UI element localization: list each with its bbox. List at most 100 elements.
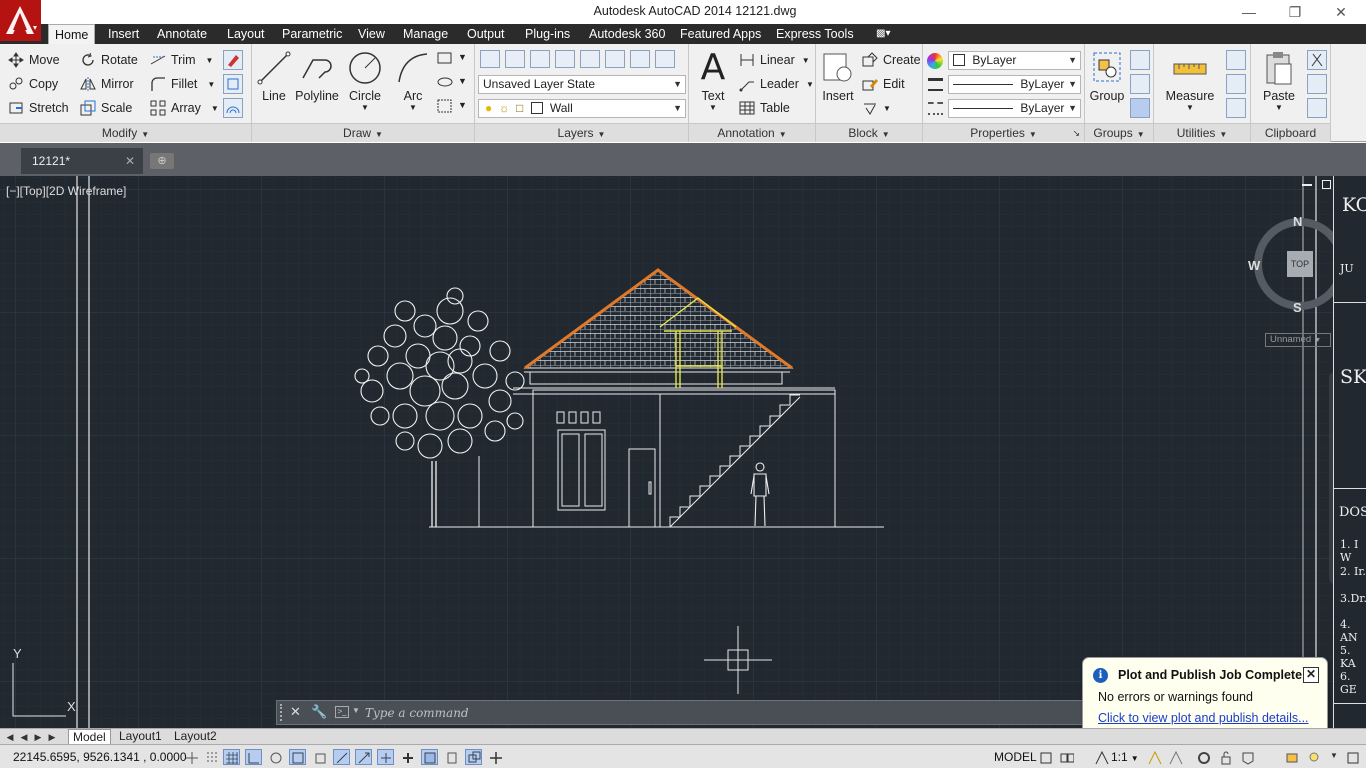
restore-button[interactable]: ❐: [1272, 0, 1318, 24]
text-dropdown-icon[interactable]: ▼: [695, 103, 731, 112]
auto-scale-icon[interactable]: [1167, 749, 1184, 765]
compass-south[interactable]: S: [1293, 300, 1302, 315]
layers-panel-title[interactable]: Layers ▼: [475, 123, 688, 142]
tab-insert[interactable]: Insert: [102, 24, 145, 44]
quick-select-icon[interactable]: [1226, 50, 1246, 70]
snap-mode-icon[interactable]: [203, 749, 220, 765]
close-tab-icon[interactable]: ✕: [125, 148, 135, 174]
tab-manage[interactable]: Manage: [397, 24, 454, 44]
tab-output[interactable]: Output: [461, 24, 511, 44]
calculator-icon[interactable]: [1226, 98, 1246, 118]
edit-attributes-button[interactable]: ▼: [862, 97, 891, 119]
group-selection-icon[interactable]: [1130, 98, 1150, 118]
close-button[interactable]: ✕: [1318, 0, 1364, 24]
quick-view-layouts-icon[interactable]: [1037, 749, 1054, 765]
minimize-button[interactable]: —: [1226, 0, 1272, 24]
quick-properties-icon[interactable]: [443, 749, 460, 765]
tab-autodesk-360[interactable]: Autodesk 360: [583, 24, 671, 44]
layer-state-dropdown[interactable]: Unsaved Layer State ▼: [478, 75, 686, 94]
tab-home[interactable]: Home: [48, 24, 96, 45]
ribbon-minimize-icon[interactable]: ▩▾: [876, 28, 898, 40]
new-tab-button[interactable]: ⊕: [150, 153, 174, 169]
copy-clip-icon[interactable]: [1307, 74, 1327, 94]
selection-cycling-icon[interactable]: [465, 749, 482, 765]
tab-layout[interactable]: Layout: [221, 24, 271, 44]
layer-match-icon[interactable]: [505, 50, 525, 68]
viewcube-top-face[interactable]: TOP: [1287, 251, 1313, 277]
draw-panel-title[interactable]: Draw ▼: [252, 123, 474, 142]
workspace-switching-icon[interactable]: [1195, 749, 1212, 765]
tab-layout1[interactable]: Layout1: [115, 729, 166, 745]
move-button[interactable]: Move: [8, 49, 60, 71]
coordinate-display[interactable]: 22145.6595, 9526.1341 , 0.0000: [13, 750, 187, 764]
properties-panel-title[interactable]: Properties ▼ ↘: [923, 123, 1084, 142]
copy-button[interactable]: Copy: [8, 73, 58, 95]
layer-properties-icon[interactable]: [480, 50, 500, 68]
trim-button[interactable]: Trim ▼: [150, 49, 213, 71]
match-properties-icon[interactable]: [927, 53, 943, 69]
viewport-restore-icon[interactable]: [1322, 180, 1331, 189]
file-tab-12121[interactable]: 12121* ✕: [21, 148, 143, 174]
cut-icon[interactable]: [1307, 50, 1327, 70]
ortho-mode-icon[interactable]: [245, 749, 262, 765]
tab-express-tools[interactable]: Express Tools: [770, 24, 860, 44]
clipboard-panel-title[interactable]: Clipboard: [1251, 123, 1330, 142]
dynamic-input-icon[interactable]: [377, 749, 394, 765]
annotation-panel-title[interactable]: Annotation ▼: [689, 123, 815, 142]
scale-button[interactable]: Scale: [80, 97, 132, 119]
offset-icon[interactable]: [223, 98, 243, 118]
groups-panel-title[interactable]: Groups ▼: [1085, 123, 1153, 142]
ucs-menu[interactable]: Unnamed ▼: [1265, 333, 1331, 347]
utilities-panel-title[interactable]: Utilities ▼: [1154, 123, 1250, 142]
arc-button[interactable]: Arc ▼: [395, 50, 431, 112]
array-dropdown-icon[interactable]: ▼: [211, 104, 219, 113]
grip-icon[interactable]: [280, 704, 284, 721]
tab-featured-apps[interactable]: Featured Apps: [674, 24, 767, 44]
object-snap-tracking-icon[interactable]: [333, 749, 350, 765]
polyline-button[interactable]: Polyline: [292, 50, 342, 103]
dialog-launcher-icon[interactable]: ↘: [1072, 124, 1080, 143]
ellipse-button[interactable]: ▼: [436, 74, 467, 94]
first-layout-icon[interactable]: ◀: [5, 731, 15, 743]
tab-plugins[interactable]: Plug-ins: [519, 24, 576, 44]
drawing-area[interactable]: [−][Top][2D Wireframe] Y X ✕ TOP N S W E…: [0, 176, 1366, 728]
3d-object-snap-icon[interactable]: [311, 749, 328, 765]
line-button[interactable]: Line: [256, 50, 292, 103]
circle-dropdown-icon[interactable]: ▼: [347, 103, 383, 112]
group-button[interactable]: Group: [1087, 50, 1127, 103]
layer-dropdown[interactable]: ● ☼ □ Wall ▼: [478, 99, 686, 118]
lineweight-icon[interactable]: [928, 78, 943, 91]
annotation-scale-icon[interactable]: [1093, 749, 1110, 765]
viewport-minimize-icon[interactable]: [1302, 184, 1312, 186]
arc-dropdown-icon[interactable]: ▼: [395, 103, 431, 112]
erase-icon[interactable]: [223, 50, 243, 70]
stretch-button[interactable]: Stretch: [8, 97, 69, 119]
text-button[interactable]: A Text ▼: [695, 50, 731, 113]
linetype-icon[interactable]: [928, 102, 943, 115]
table-button[interactable]: Table: [739, 97, 790, 119]
tab-view[interactable]: View: [352, 24, 391, 44]
command-input[interactable]: [365, 703, 1065, 722]
edit-attributes-dropdown-icon[interactable]: ▼: [883, 104, 891, 113]
layer-previous-icon[interactable]: [530, 50, 550, 68]
layer-isolate-icon[interactable]: [555, 50, 575, 68]
layer-unisolate-icon[interactable]: [580, 50, 600, 68]
hardware-acceleration-icon[interactable]: [1239, 749, 1256, 765]
annotation-scale-dropdown[interactable]: 1:1 ▼: [1111, 750, 1139, 764]
viewport-controls-label[interactable]: [−][Top][2D Wireframe]: [6, 184, 126, 198]
model-space-toggle[interactable]: MODEL: [994, 750, 1037, 764]
compass-west[interactable]: W: [1248, 258, 1260, 273]
paste-button[interactable]: Paste ▼: [1257, 50, 1301, 112]
polar-tracking-icon[interactable]: [267, 749, 284, 765]
transparency-icon[interactable]: [421, 749, 438, 765]
lineweight-toggle-icon[interactable]: [399, 749, 416, 765]
measure-dropdown-icon[interactable]: ▼: [1164, 103, 1216, 112]
previous-layout-icon[interactable]: ◀: [19, 731, 29, 743]
next-layout-icon[interactable]: ▶: [33, 731, 43, 743]
infer-constraints-icon[interactable]: [183, 749, 200, 765]
clean-screen-icon[interactable]: [1344, 749, 1361, 765]
block-panel-title[interactable]: Block ▼: [816, 123, 922, 142]
status-bar-menu-icon[interactable]: ▼: [1330, 751, 1338, 760]
fillet-button[interactable]: Fillet ▼: [150, 73, 215, 95]
dynamic-ucs-icon[interactable]: [355, 749, 372, 765]
